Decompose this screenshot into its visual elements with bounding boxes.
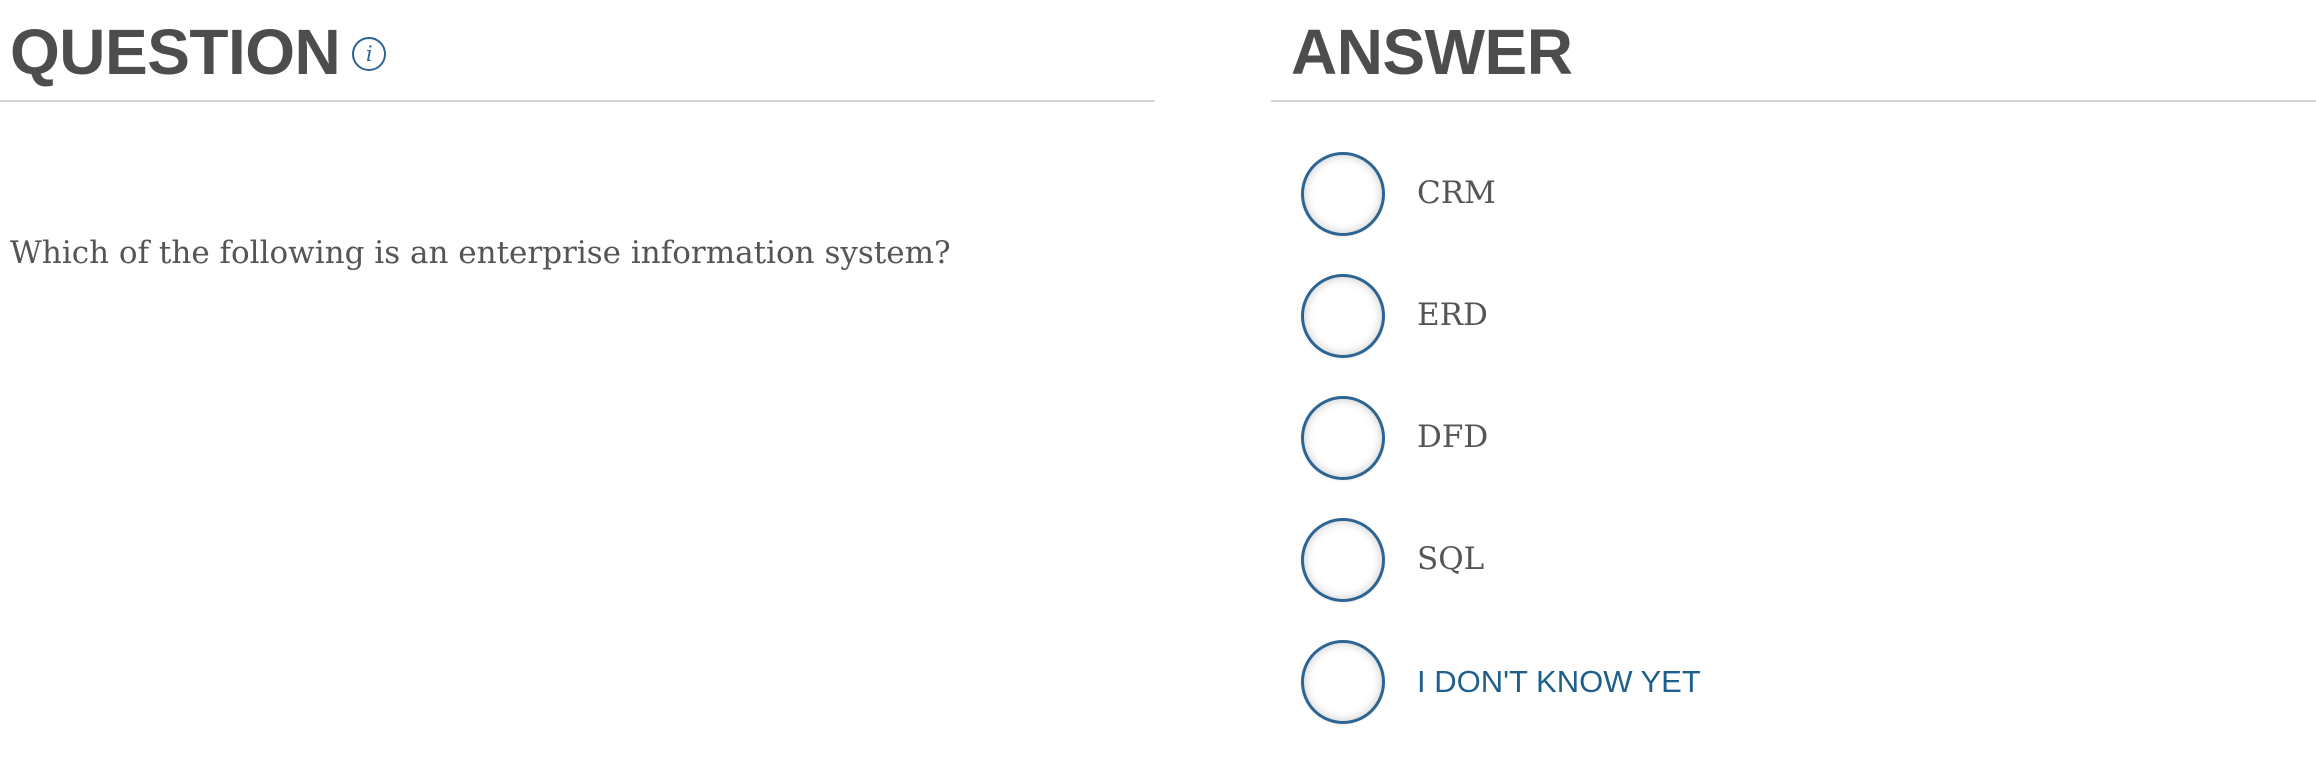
question-title: QUESTION [10,16,341,88]
info-icon[interactable]: i [352,37,387,71]
answer-option-crm[interactable]: CRM [1301,152,1701,274]
answer-title: ANSWER [1291,16,1573,88]
answer-panel: ANSWER CRM ERD DFD SQL I DON'T KNOW YET [1271,0,2316,724]
option-label: DFD [1417,419,1489,455]
question-text: Which of the following is an enterprise … [10,235,951,271]
answer-header: ANSWER [1271,0,2316,102]
answer-option-erd[interactable]: ERD [1301,274,1701,396]
option-label: ERD [1417,297,1488,333]
radio-button[interactable] [1301,396,1385,480]
answer-option-dont-know[interactable]: I DON'T KNOW YET [1301,640,1701,762]
radio-button[interactable] [1301,518,1385,602]
option-label: CRM [1417,175,1496,211]
answer-option-dfd[interactable]: DFD [1301,396,1701,518]
question-panel: QUESTION i Which of the following is an … [0,0,1155,271]
radio-button[interactable] [1301,274,1385,358]
option-label: SQL [1417,541,1485,577]
option-label-dont-know: I DON'T KNOW YET [1417,664,1701,699]
question-header: QUESTION i [0,0,1155,102]
answer-option-sql[interactable]: SQL [1301,518,1701,640]
answer-options-list: CRM ERD DFD SQL I DON'T KNOW YET [1301,152,1701,762]
radio-button[interactable] [1301,640,1385,724]
radio-button[interactable] [1301,152,1385,236]
